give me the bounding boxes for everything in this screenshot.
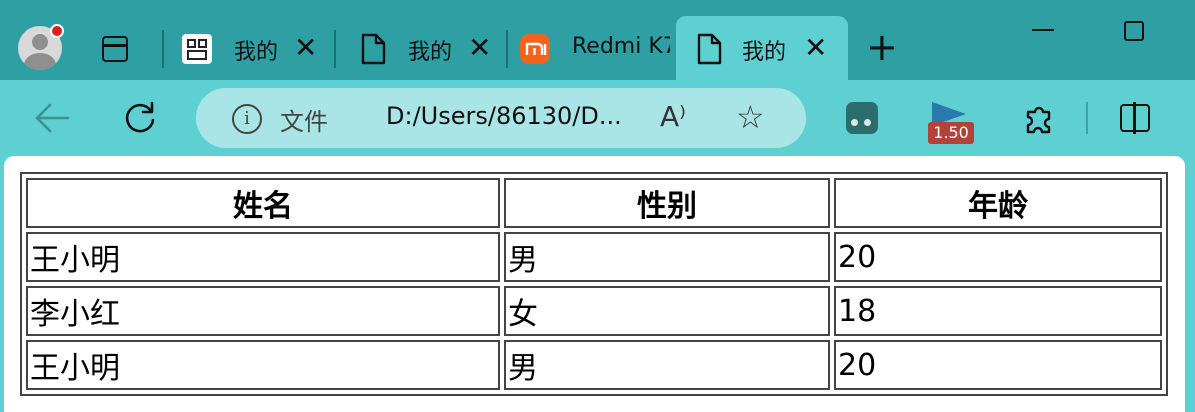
cell-gender: 男: [504, 232, 830, 282]
page-content: 姓名 性别 年龄 王小明 男 20 李小红 女 18 王小明 男 20: [4, 156, 1185, 412]
tab-close-button[interactable]: ✕: [468, 34, 491, 62]
navigation-toolbar: i 文件 D:/Users/86130/D... A⁾ ☆: [0, 80, 1195, 156]
file-icon: [697, 33, 722, 65]
address-url[interactable]: D:/Users/86130/D...: [386, 102, 622, 130]
tab-actions-menu-icon[interactable]: [100, 34, 130, 64]
cell-name: 王小明: [26, 232, 500, 282]
header-age: 年龄: [834, 178, 1162, 228]
favorite-star-icon[interactable]: ☆: [736, 98, 765, 136]
cell-name: 李小红: [26, 286, 500, 336]
tab-close-button[interactable]: ✕: [804, 34, 827, 62]
tab-2[interactable]: 我的 ✕: [356, 16, 502, 80]
new-tab-button[interactable]: +: [866, 28, 898, 66]
tab-separator: [506, 30, 508, 68]
split-screen-icon[interactable]: [1120, 102, 1150, 134]
data-table: 姓名 性别 年龄 王小明 男 20 李小红 女 18 王小明 男 20: [20, 172, 1168, 396]
tab-separator: [162, 30, 164, 68]
read-aloud-icon[interactable]: A⁾: [660, 100, 686, 133]
maximize-button[interactable]: [1124, 21, 1144, 41]
extensions-puzzle-icon[interactable]: [1022, 102, 1056, 136]
table-row: 王小明 男 20: [26, 340, 1162, 390]
minimize-button[interactable]: [1032, 29, 1054, 31]
tab-title: 我的: [408, 40, 452, 65]
table-row: 王小明 男 20: [26, 232, 1162, 282]
cell-age: 18: [834, 286, 1162, 336]
tab-active[interactable]: 我的 ✕: [676, 16, 848, 80]
notification-dot: [50, 24, 64, 38]
tab-title: Redmi K7: [572, 34, 670, 59]
mi-icon: [520, 34, 550, 64]
table-header-row: 姓名 性别 年龄: [26, 178, 1162, 228]
site-info-icon[interactable]: i: [232, 104, 262, 134]
extension-eyes-icon[interactable]: [846, 102, 878, 134]
tab-separator: [334, 30, 336, 68]
avatar-head-shape: [32, 34, 48, 50]
tab-close-button[interactable]: ✕: [294, 34, 317, 62]
table-row: 李小红 女 18: [26, 286, 1162, 336]
back-arrow-icon[interactable]: [32, 100, 72, 136]
cell-gender: 男: [504, 340, 830, 390]
app-grid-icon: [182, 34, 212, 64]
tab-strip: 我的 ✕ 我的 ✕ Redmi K7 我的 ✕ +: [0, 0, 1195, 80]
toolbar-separator: [1086, 102, 1088, 134]
tab-title: 我的: [234, 40, 278, 65]
tab-1[interactable]: 我的 ✕: [180, 16, 326, 80]
file-icon: [361, 33, 386, 65]
avatar-body-shape: [24, 53, 56, 70]
reload-icon[interactable]: [122, 100, 158, 136]
cell-age: 20: [834, 232, 1162, 282]
address-scheme-label: 文件: [280, 108, 328, 136]
tab-3[interactable]: Redmi K7: [518, 16, 670, 80]
header-gender: 性别: [504, 178, 830, 228]
cell-age: 20: [834, 340, 1162, 390]
cell-gender: 女: [504, 286, 830, 336]
speed-badge: 1.50: [928, 122, 974, 144]
address-bar[interactable]: i 文件 D:/Users/86130/D... A⁾ ☆: [196, 88, 806, 148]
tab-title: 我的: [742, 40, 786, 65]
header-name: 姓名: [26, 178, 500, 228]
extension-player-icon[interactable]: 1.50: [928, 100, 978, 146]
cell-name: 王小明: [26, 340, 500, 390]
